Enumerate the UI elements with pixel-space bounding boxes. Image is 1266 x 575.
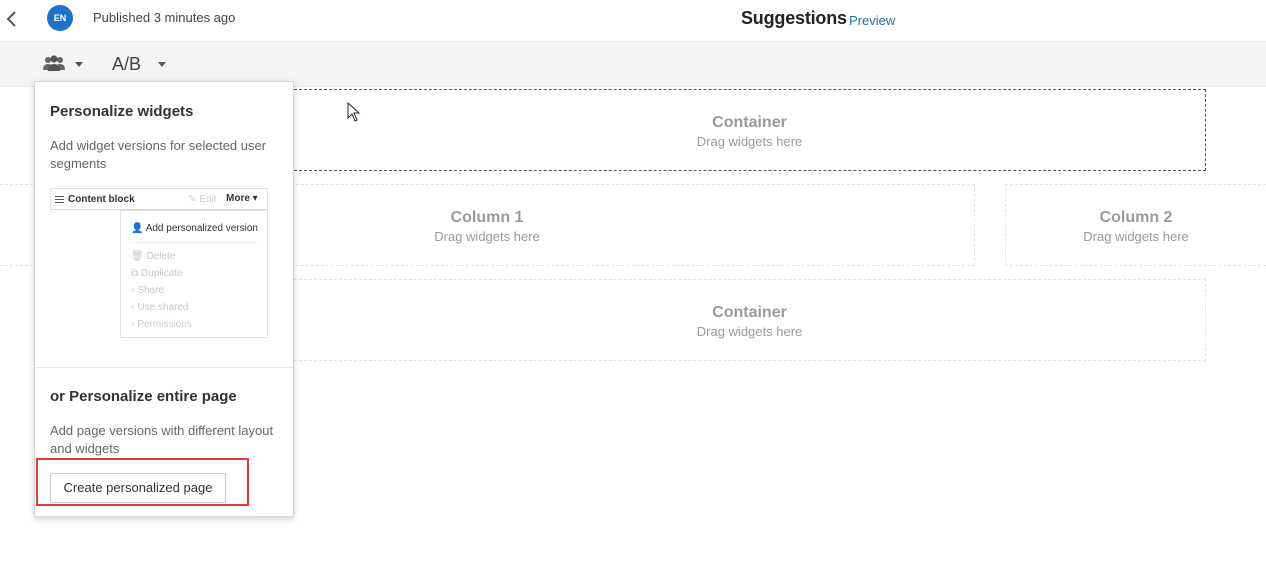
highlight-box — [36, 458, 249, 506]
personalize-popover: Personalize widgets Add widget versions … — [34, 81, 294, 517]
divider — [129, 242, 257, 243]
column-title: Column 2 — [1099, 209, 1173, 226]
users-icon — [43, 55, 65, 71]
illustration-more-menu: 👤 Add personalized version 🗑 Delete ⧉ Du… — [120, 210, 268, 338]
drop-hint: Drag widgets here — [696, 324, 803, 339]
chevron-down-icon — [158, 62, 166, 67]
drop-hint: Drag widgets here — [1083, 229, 1189, 244]
illustration-edit-label: ✎ Edit — [188, 194, 217, 205]
preview-link[interactable]: Preview — [849, 13, 895, 28]
container-dropzone-top[interactable]: Container Drag widgets here — [294, 89, 1206, 171]
illustration-block-label: Content block — [68, 194, 135, 205]
back-icon[interactable] — [4, 8, 20, 30]
illustration-menu-item: 🗑 Delete — [131, 251, 176, 262]
chevron-down-icon — [75, 62, 83, 67]
mouse-pointer-icon — [347, 101, 361, 127]
publish-status: Published 3 minutes ago — [93, 10, 236, 25]
ab-test-dropdown-button[interactable]: A/B — [112, 53, 172, 75]
container-title: Container — [712, 304, 787, 321]
language-avatar[interactable]: EN — [47, 5, 73, 31]
illustration-more-label: More ▾ — [226, 193, 258, 204]
drag-handle-icon — [55, 196, 64, 203]
top-bar: EN Published 3 minutes ago Suggestions P… — [0, 0, 1266, 42]
personalize-widgets-heading: Personalize widgets — [50, 103, 194, 120]
segments-dropdown-button[interactable] — [43, 55, 87, 75]
divider — [35, 367, 293, 368]
ab-label: A/B — [112, 54, 142, 74]
drop-hint: Drag widgets here — [696, 134, 803, 149]
widget-menu-illustration: Content block ✎ Edit More ▾ 👤 Add person… — [50, 188, 268, 338]
illustration-menu-item: ▫ Use shared — [131, 302, 189, 313]
personalize-page-heading: or Personalize entire page — [50, 388, 237, 405]
illustration-menu-item: ▫ Permissions — [131, 319, 192, 330]
illustration-menu-item: ▫ Share — [131, 285, 165, 296]
container-title: Container — [712, 114, 787, 131]
illustration-add-personalized: 👤 Add personalized version — [131, 223, 258, 234]
column-2-dropzone[interactable]: Column 2 Drag widgets here — [1005, 184, 1266, 266]
illustration-menu-item: ⧉ Duplicate — [131, 268, 183, 279]
personalize-page-description: Add page versions with different layout … — [50, 423, 274, 456]
illustration-widget-bar: Content block ✎ Edit More ▾ — [50, 188, 268, 210]
container-dropzone-bottom[interactable]: Container Drag widgets here — [294, 279, 1206, 361]
page-title: Suggestions — [741, 8, 847, 28]
personalize-widgets-description: Add widget versions for selected user se… — [50, 138, 267, 171]
